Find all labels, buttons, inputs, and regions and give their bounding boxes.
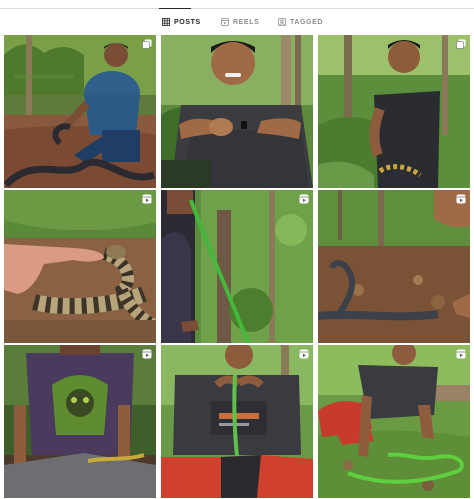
- tab-posts[interactable]: POSTS: [162, 12, 201, 32]
- post-image: [318, 190, 470, 343]
- tab-posts-label: POSTS: [174, 18, 201, 26]
- tab-reels[interactable]: REELS: [221, 12, 259, 32]
- reel-icon: [299, 349, 309, 359]
- multiple-photos-icon: [142, 39, 152, 49]
- reel-icon: [456, 349, 466, 359]
- tab-tagged[interactable]: TAGGED: [278, 12, 323, 32]
- tagged-icon: [278, 18, 286, 26]
- multiple-photos-icon: [456, 39, 466, 49]
- post-image: [4, 190, 156, 343]
- post-thumbnail[interactable]: [4, 190, 156, 343]
- post-image: [4, 35, 156, 188]
- reels-icon: [221, 18, 229, 26]
- post-thumbnail[interactable]: [4, 345, 156, 498]
- post-thumbnail[interactable]: [318, 35, 470, 188]
- tab-tagged-label: TAGGED: [290, 18, 324, 26]
- profile-tabs-divider: [0, 8, 474, 9]
- post-image: [4, 345, 156, 498]
- reel-icon: [456, 194, 466, 204]
- post-thumbnail[interactable]: [161, 190, 313, 343]
- post-thumbnail[interactable]: [4, 35, 156, 188]
- post-image: [318, 345, 470, 498]
- post-image: [161, 190, 313, 343]
- post-thumbnail[interactable]: [161, 345, 313, 498]
- grid-icon: [162, 18, 170, 26]
- tab-reels-label: REELS: [233, 18, 260, 26]
- profile-tabs: POSTS REELS TAGGED: [0, 12, 474, 32]
- reel-icon: [299, 194, 309, 204]
- post-thumbnail[interactable]: [318, 345, 470, 498]
- post-image: [161, 345, 313, 498]
- post-image: [318, 35, 470, 188]
- posts-grid: [4, 35, 470, 498]
- active-tab-indicator: [159, 8, 191, 9]
- post-image: [161, 35, 313, 188]
- reel-icon: [142, 349, 152, 359]
- post-thumbnail[interactable]: [161, 35, 313, 188]
- post-thumbnail[interactable]: [318, 190, 470, 343]
- reel-icon: [142, 194, 152, 204]
